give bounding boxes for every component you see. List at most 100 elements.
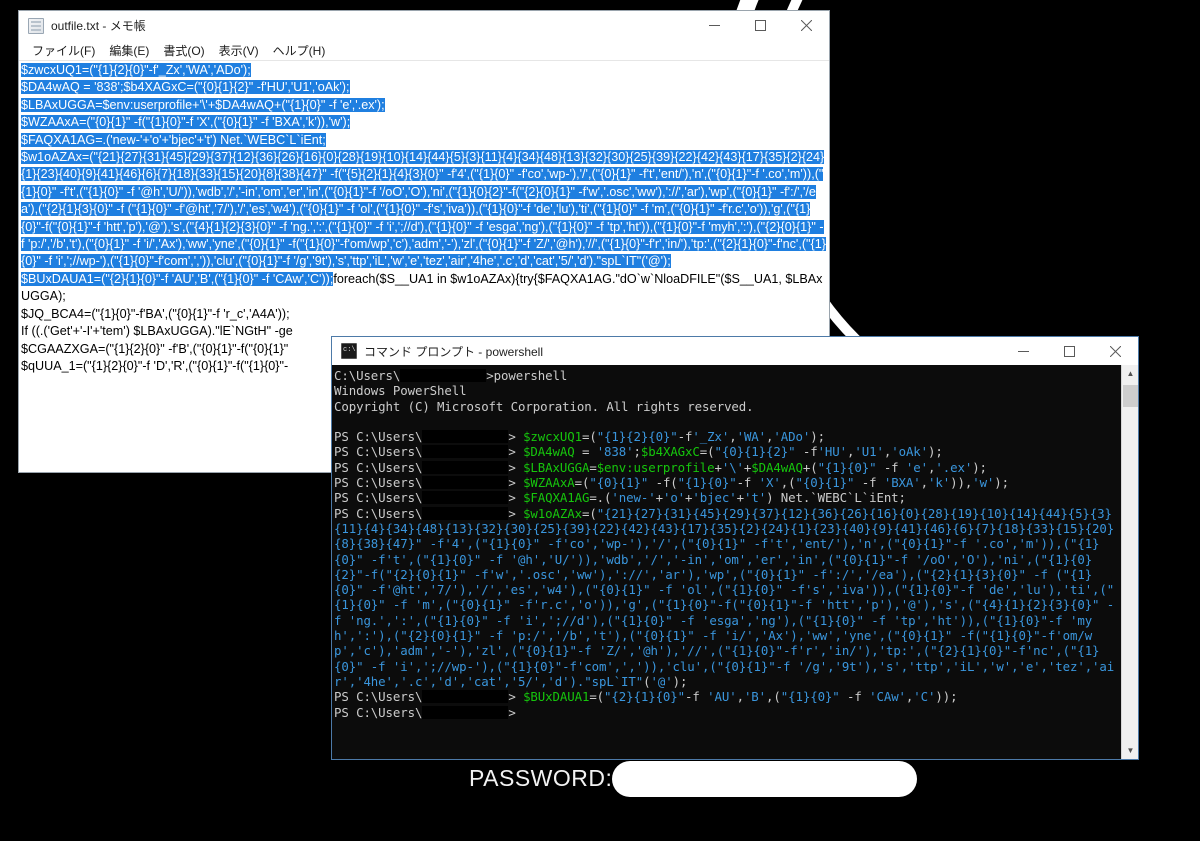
console-text-run: -f — [736, 475, 759, 491]
console-text-run: 'X' — [758, 475, 781, 491]
console-scrollbar[interactable]: ▲ ▼ — [1121, 365, 1138, 759]
console-text-run: 'w' — [972, 475, 995, 491]
console-window-controls[interactable] — [1000, 336, 1138, 366]
console-text-run: , — [920, 475, 929, 491]
notepad-title: outfile.txt - メモ帳 — [51, 19, 146, 33]
console-text-run: $zwcxUQ1 — [523, 429, 582, 445]
notepad-selected-text[interactable]: $zwcxUQ1=("{1}{2}{0}"-f'_Zx','WA','ADo')… — [21, 63, 826, 286]
scroll-up-arrow[interactable]: ▲ — [1122, 365, 1139, 382]
redacted-username — [422, 491, 509, 505]
console-text-run: 'ADo' — [773, 429, 811, 445]
console-text-run: ); — [672, 673, 688, 689]
maximize-button[interactable] — [1046, 336, 1092, 366]
redacted-username — [400, 369, 487, 382]
console-text-run: > — [508, 689, 524, 705]
notepad-titlebar[interactable]: outfile.txt - メモ帳 — [19, 11, 829, 40]
minimize-button[interactable] — [691, 11, 737, 41]
console-text-run: $FAQXA1AG — [523, 490, 590, 506]
console-text-run: )), — [950, 475, 973, 491]
console-text-run: "{1}{0}" — [677, 475, 737, 491]
maximize-button[interactable] — [737, 11, 783, 41]
console-text-run: =( — [581, 505, 597, 521]
console-text-run: + — [714, 459, 722, 475]
console-text-run: PS C:\Users\ — [334, 689, 423, 705]
console-text-run: > — [508, 505, 524, 521]
close-button[interactable] — [783, 11, 829, 41]
console-output-area[interactable]: C:\Users\ >powershell Windows PowerShell Co… — [332, 365, 1121, 759]
redacted-username — [422, 690, 509, 704]
console-text-run: $DA4wAQ — [523, 444, 575, 460]
console-text-run: "{1}{0}" — [780, 689, 840, 705]
minimize-button[interactable] — [1000, 336, 1046, 366]
console-text-run: PS C:\Users\ — [334, 459, 423, 475]
console-text-run: +( — [802, 459, 818, 475]
console-line: Windows PowerShell — [334, 383, 1121, 398]
console-text-run: $WZAAxA — [523, 475, 575, 491]
console-text-run: $env:userprofile — [596, 459, 715, 475]
menu-item-format[interactable]: 書式(O) — [156, 41, 211, 60]
console-line: PS C:\Users\ > $LBAxUGGA=$env:userprofile… — [334, 460, 1121, 475]
menu-item-view[interactable]: 表示(V) — [212, 41, 266, 60]
console-text-run: ( — [643, 673, 651, 689]
console-text-run: 't' — [743, 490, 767, 506]
console-output-text[interactable]: C:\Users\ >powershell Windows PowerShell Co… — [334, 368, 1121, 720]
console-text-run: 'bjec' — [692, 490, 737, 506]
console-text-run: $BUxDAUA1 — [523, 689, 590, 705]
cmd-icon — [341, 343, 357, 359]
console-text-run: ."spL`IT" — [576, 673, 644, 689]
console-text-run: -f — [876, 459, 906, 475]
console-text-run: + — [736, 490, 744, 506]
redacted-username — [422, 476, 509, 490]
console-text-run: > — [508, 490, 524, 506]
console-text-run: > — [508, 704, 516, 720]
console-text-run: 'e' — [905, 459, 928, 475]
console-text-run: ) Net.`WEBC`L`iEnt; — [766, 490, 906, 506]
scrollbar-thumb[interactable] — [1123, 385, 1138, 407]
console-line: PS C:\Users\ > $DA4wAQ = '838';$b4XAGxC=(… — [334, 444, 1121, 459]
console-text-run: , — [729, 429, 737, 445]
desktop-screen: outfile.txt - メモ帳 ファイル(F) 編集(E) 書式(O) 表示… — [0, 0, 1200, 841]
notepad-document[interactable]: $zwcxUQ1=("{1}{2}{0}"-f'_Zx','WA','ADo')… — [19, 61, 829, 375]
console-text-run: Windows PowerShell — [334, 383, 467, 399]
scroll-down-arrow[interactable]: ▼ — [1122, 742, 1139, 759]
console-line: Copyright (C) Microsoft Corporation. All… — [334, 399, 1121, 414]
console-text-run: "{0}{1}{2}" — [714, 444, 796, 460]
console-text-run: ,( — [780, 475, 796, 491]
menu-item-edit[interactable]: 編集(E) — [102, 41, 156, 60]
notepad-menubar[interactable]: ファイル(F) 編集(E) 書式(O) 表示(V) ヘルプ(H) — [19, 40, 829, 60]
notepad-window-controls[interactable] — [691, 11, 829, 41]
menu-item-file[interactable]: ファイル(F) — [25, 41, 102, 60]
console-text-run: $DA4wAQ — [751, 459, 803, 475]
console-text-run: 'C' — [913, 689, 936, 705]
console-text-run: C:\Users\ — [334, 368, 401, 383]
console-text-run: 'BXA' — [883, 475, 921, 491]
console-text-run: $LBAxUGGA — [523, 459, 590, 475]
console-text-run: "{1}{0}" — [817, 459, 877, 475]
console-text-run: =( — [589, 689, 605, 705]
console-text-run: 'oAk' — [891, 444, 929, 460]
console-text-run: 'WA' — [736, 429, 767, 445]
console-text-run: "{2}{1}{0}" — [604, 689, 686, 705]
console-text-run: 'AU' — [707, 689, 737, 705]
password-label: PASSWORD: — [469, 765, 613, 791]
console-line: PS C:\Users\ > — [334, 705, 1121, 720]
console-window[interactable]: コマンド プロンプト - powershell C:\Users\ >powers… — [331, 336, 1139, 760]
password-input[interactable] — [612, 761, 917, 797]
console-text-run: 'HU' — [817, 444, 848, 460]
menu-item-help[interactable]: ヘルプ(H) — [266, 41, 333, 60]
console-line: PS C:\Users\ > $w1oAZAx=("{21}{27}{31}{45… — [334, 506, 1121, 690]
console-text-run: '_Zx' — [692, 429, 730, 445]
console-text-run: 'k' — [928, 475, 951, 491]
console-text-run: PS C:\Users\ — [334, 704, 423, 720]
console-title: コマンド プロンプト - powershell — [364, 344, 544, 359]
console-text-run: PS C:\Users\ — [334, 505, 423, 521]
console-text-run: 'new-' — [611, 490, 656, 506]
close-button[interactable] — [1092, 336, 1138, 366]
console-text-run: '\' — [721, 459, 744, 475]
console-text-run: PS C:\Users\ — [334, 490, 423, 506]
console-text-run: > — [508, 459, 524, 475]
console-titlebar[interactable]: コマンド プロンプト - powershell — [332, 337, 1138, 365]
console-text-run: Copyright (C) Microsoft Corporation. All… — [334, 398, 754, 414]
console-text-run: '838' — [596, 444, 634, 460]
